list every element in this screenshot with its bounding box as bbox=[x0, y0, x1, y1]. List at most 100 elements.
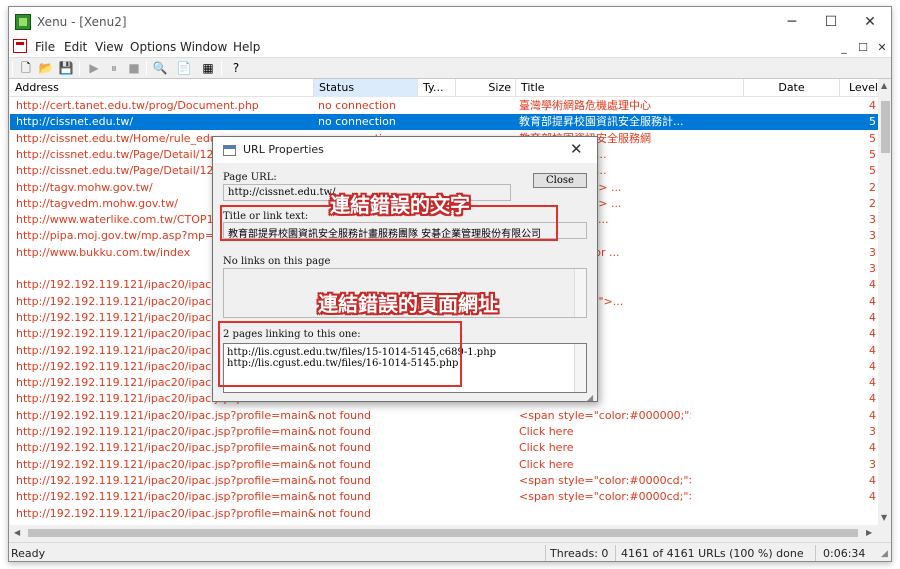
play-icon[interactable]: ▶ bbox=[85, 60, 103, 77]
mdi-document-icon[interactable] bbox=[13, 39, 27, 53]
level-cell: 5 bbox=[869, 115, 876, 129]
toolbar-separator bbox=[221, 61, 222, 76]
dialog-title-bar: URL Properties ✕ bbox=[213, 137, 597, 163]
table-row[interactable]: http://192.192.119.121/ipac20/ipac.jsp?p… bbox=[10, 506, 878, 522]
scroll-up-icon[interactable]: ▲ bbox=[881, 81, 887, 90]
maximize-button[interactable]: ☐ bbox=[814, 7, 848, 37]
dialog-window-icon bbox=[223, 145, 236, 156]
link-text-callout: 連結錯誤的文字 bbox=[330, 193, 470, 217]
level-cell: 4 bbox=[869, 392, 876, 406]
status-cell: not found bbox=[318, 506, 372, 520]
address-cell: http://192.192.119.121/ipac20/ipac.jsp?p… bbox=[16, 425, 316, 438]
title-cell: <span style="color:#000000;">... bbox=[519, 408, 691, 422]
column-title[interactable]: Title bbox=[516, 79, 744, 97]
scroll-right-icon[interactable]: ▶ bbox=[866, 528, 872, 537]
horizontal-scroll-thumb[interactable] bbox=[28, 529, 858, 537]
menu-options[interactable]: Options bbox=[130, 40, 176, 54]
level-cell: 3 bbox=[869, 213, 876, 227]
dialog-title: URL Properties bbox=[243, 143, 324, 156]
column-date[interactable]: Date bbox=[744, 79, 840, 97]
toolbar-separator bbox=[79, 61, 80, 76]
mdi-close-button[interactable]: ✕ bbox=[873, 40, 891, 55]
help-icon[interactable]: ? bbox=[227, 60, 245, 77]
status-divider bbox=[545, 545, 546, 561]
level-cell: 3 bbox=[869, 457, 876, 471]
toolbar: 🗋 📂 💾 ▶ ⏸ ■ 🔍 📄 ▦ ? bbox=[9, 57, 891, 79]
open-folder-icon[interactable]: 📂 bbox=[37, 60, 55, 77]
menu-help[interactable]: Help bbox=[233, 40, 260, 54]
level-cell: 4 bbox=[869, 343, 876, 357]
address-cell: http://192.192.119.121/ipac20/ipac.jsp?p… bbox=[16, 408, 316, 422]
table-row[interactable]: http://192.192.119.121/ipac20/ipac.jsp?p… bbox=[10, 424, 878, 440]
table-row[interactable]: http://192.192.119.121/ipac20/ipac.jsp?p… bbox=[10, 408, 878, 424]
table-row[interactable]: http://192.192.119.121/ipac20/ipac.jsp?p… bbox=[10, 489, 878, 505]
copy-icon[interactable]: 📄 bbox=[175, 60, 193, 77]
table-row[interactable]: http://192.192.119.121/ipac20/ipac.jsp?p… bbox=[10, 473, 878, 489]
address-cell: http://192.192.119.121/ipac20/ipac.jsp?p… bbox=[16, 506, 316, 520]
find-icon[interactable]: 🔍 bbox=[151, 60, 169, 77]
list-header: Address Status ^ Ty... Size Title Date L… bbox=[10, 79, 878, 97]
level-cell: 4 bbox=[869, 473, 876, 487]
title-cell: 臺灣學術網路危機處理中心 bbox=[519, 99, 651, 112]
title-cell: Click here bbox=[519, 441, 574, 455]
level-cell: 4 bbox=[869, 359, 876, 373]
status-cell: not found bbox=[318, 457, 372, 471]
dialog-resize-grip-icon[interactable]: ◢ bbox=[587, 393, 593, 402]
menu-view[interactable]: View bbox=[95, 40, 123, 54]
mdi-restore-button[interactable]: ☐ bbox=[854, 40, 872, 55]
level-cell: 4 bbox=[869, 99, 876, 112]
address-cell: http://192.192.119.121/ipac20/ipac.jsp?p… bbox=[16, 457, 316, 471]
level-cell: 2 bbox=[869, 180, 876, 194]
status-text: Ready bbox=[11, 547, 46, 560]
level-cell: 2 bbox=[869, 196, 876, 210]
menu-file[interactable]: File bbox=[35, 40, 55, 54]
stop-icon[interactable]: ■ bbox=[125, 60, 143, 77]
menu-edit[interactable]: Edit bbox=[64, 40, 87, 54]
title-cell: Click here bbox=[519, 457, 574, 471]
minimize-button[interactable]: ─ bbox=[775, 7, 809, 37]
mdi-minimize-button[interactable]: _ bbox=[835, 40, 853, 55]
level-cell: 5 bbox=[869, 131, 876, 145]
level-cell: 4 bbox=[869, 278, 876, 292]
window-title: Xenu - [Xenu2] bbox=[37, 15, 127, 29]
column-size[interactable]: Size bbox=[456, 79, 516, 97]
table-row[interactable]: http://192.192.119.121/ipac20/ipac.jsp?p… bbox=[10, 440, 878, 456]
column-level[interactable]: Level bbox=[840, 79, 878, 97]
save-icon[interactable]: 💾 bbox=[57, 60, 75, 77]
pause-icon[interactable]: ⏸ bbox=[105, 60, 123, 77]
scroll-down-icon[interactable]: ▼ bbox=[881, 513, 887, 522]
scroll-left-icon[interactable]: ◀ bbox=[14, 528, 20, 537]
url-progress: 4161 of 4161 URLs (100 %) done bbox=[621, 547, 804, 560]
status-bar: Ready Threads: 0 4161 of 4161 URLs (100 … bbox=[9, 542, 891, 561]
address-cell: http://192.192.119.121/ipac20/ipac.jsp?p… bbox=[16, 441, 316, 455]
vertical-scroll-thumb[interactable] bbox=[881, 101, 890, 153]
sort-ascending-icon: ^ bbox=[360, 79, 368, 86]
new-file-icon[interactable]: 🗋 bbox=[17, 60, 35, 77]
close-button[interactable]: ✕ bbox=[853, 7, 887, 37]
table-row[interactable]: http://cissnet.edu.tw/no connection 教育部提昇… bbox=[10, 114, 878, 131]
table-row[interactable]: http://cert.tanet.edu.tw/prog/Document.p… bbox=[10, 98, 878, 114]
level-cell: 3 bbox=[869, 245, 876, 259]
dialog-close-icon[interactable]: ✕ bbox=[570, 140, 583, 158]
status-cell: not found bbox=[318, 425, 372, 438]
level-cell: 4 bbox=[869, 490, 876, 504]
level-cell: 4 bbox=[869, 327, 876, 341]
vertical-scrollbar[interactable]: ▲ ▼ bbox=[878, 79, 891, 525]
horizontal-scrollbar[interactable]: ◀ ▶ bbox=[10, 525, 878, 541]
level-cell: 3 bbox=[869, 425, 876, 438]
linking-pages-highlight bbox=[218, 321, 462, 387]
column-type[interactable]: Ty... bbox=[418, 79, 456, 97]
status-cell: not found bbox=[318, 441, 372, 455]
level-cell: 4 bbox=[869, 310, 876, 324]
linking-list-scrollbar[interactable] bbox=[574, 344, 586, 392]
column-address[interactable]: Address bbox=[10, 79, 314, 97]
links-list-scrollbar[interactable] bbox=[574, 269, 586, 317]
close-dialog-button[interactable]: Close bbox=[533, 173, 587, 188]
level-cell: 5 bbox=[869, 147, 876, 161]
level-cell: 4 bbox=[869, 441, 876, 455]
properties-icon[interactable]: ▦ bbox=[199, 60, 217, 77]
table-row[interactable]: http://192.192.119.121/ipac20/ipac.jsp?p… bbox=[10, 457, 878, 473]
resize-grip-icon[interactable]: ◢ bbox=[881, 549, 888, 559]
menu-window[interactable]: Window bbox=[180, 40, 227, 54]
level-cell: 4 bbox=[869, 294, 876, 308]
